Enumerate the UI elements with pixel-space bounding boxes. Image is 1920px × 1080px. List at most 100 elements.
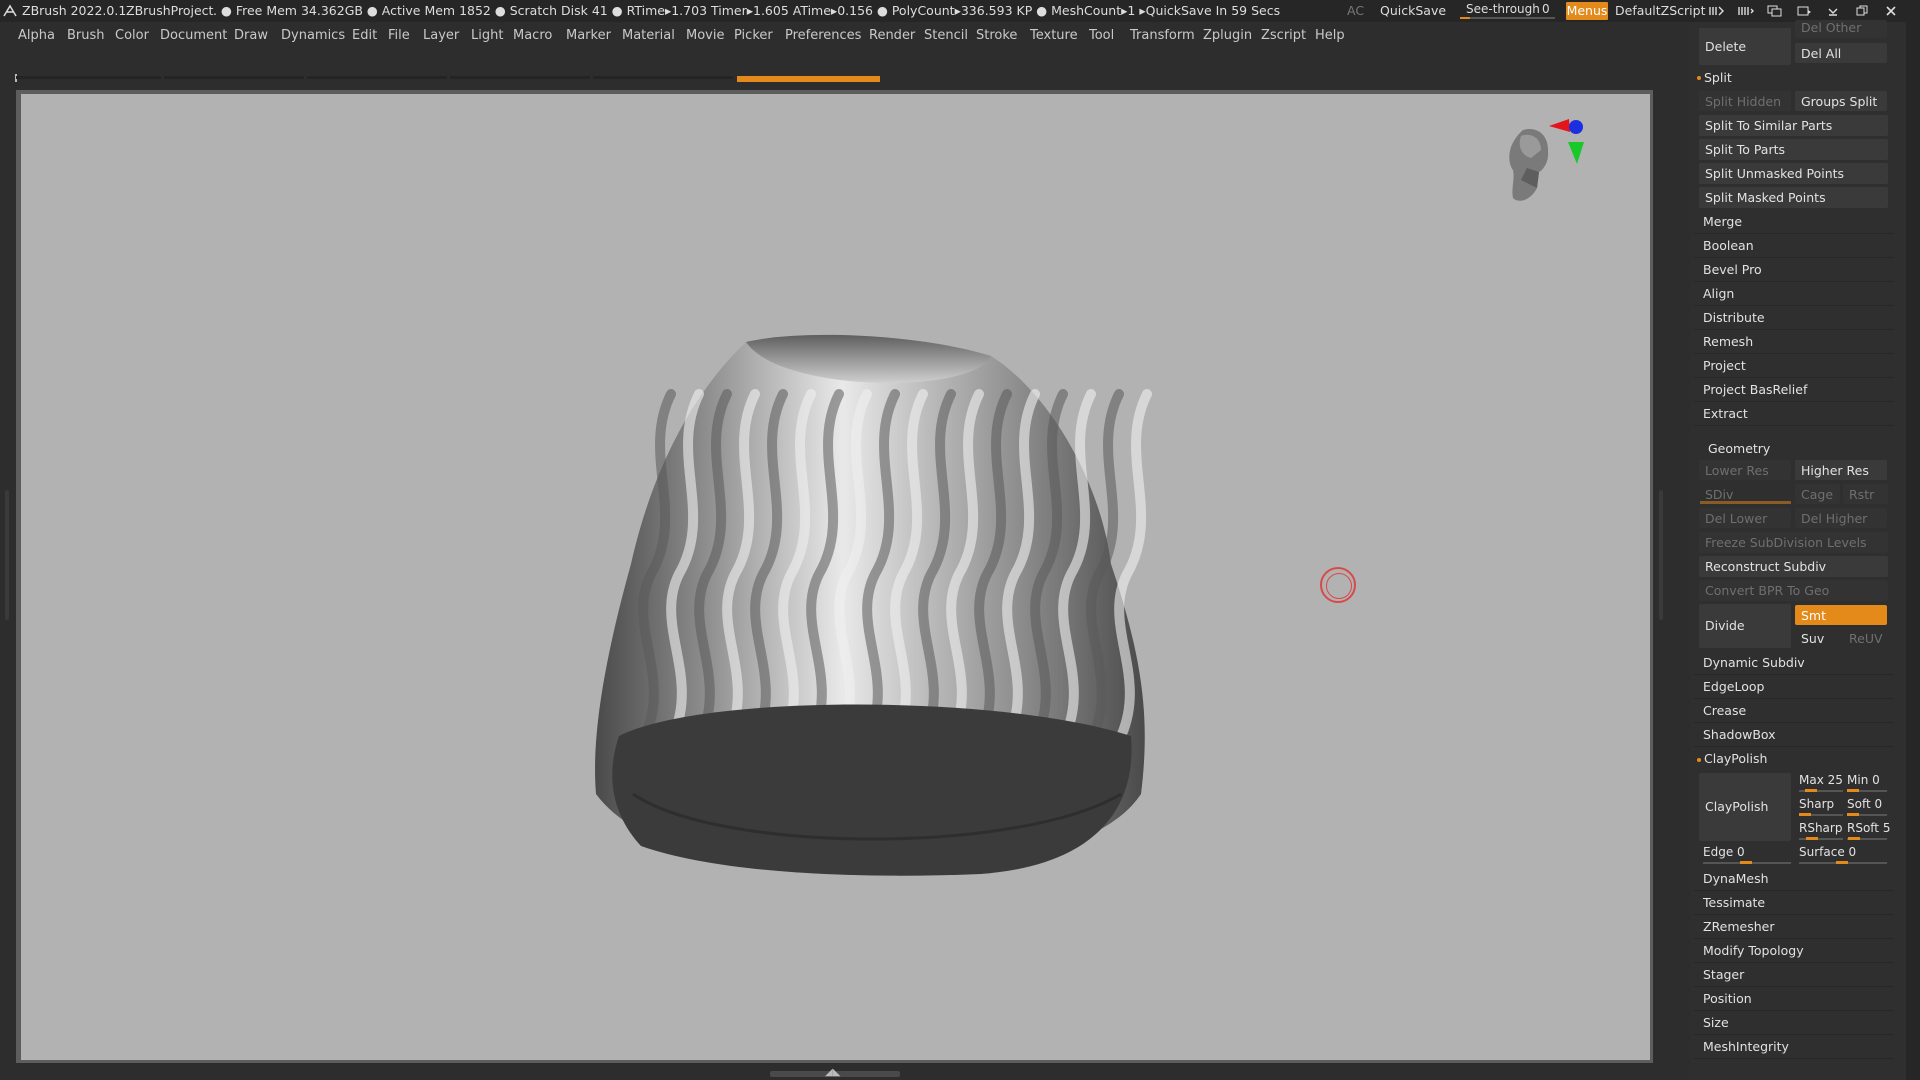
menu-preferences[interactable]: Preferences — [785, 22, 861, 50]
del-all-button[interactable]: Del All — [1795, 43, 1887, 63]
subtool-merge[interactable]: Merge — [1703, 211, 1742, 233]
menu-tool[interactable]: Tool — [1089, 22, 1114, 50]
menu-help[interactable]: Help — [1315, 22, 1345, 50]
geometry-tessimate[interactable]: Tessimate — [1703, 892, 1765, 914]
menus-toggle-button[interactable]: Menus — [1566, 2, 1608, 20]
menu-texture[interactable]: Texture — [1030, 22, 1078, 50]
sharp-slider[interactable]: Sharp — [1799, 796, 1834, 812]
convert-bpr-button[interactable]: Convert BPR To Geo — [1699, 580, 1888, 601]
menu-layer[interactable]: Layer — [423, 22, 459, 50]
delete-button[interactable]: Delete — [1699, 28, 1791, 65]
split-split-unmasked-points[interactable]: Split Unmasked Points — [1699, 163, 1888, 184]
panel-scrollbar[interactable] — [1906, 22, 1920, 1080]
subtool-extract[interactable]: Extract — [1703, 403, 1748, 425]
lower-res-button[interactable]: Lower Res — [1699, 460, 1791, 480]
see-through-slider[interactable]: See-through 0 — [1460, 2, 1555, 19]
del-lower-button[interactable]: Del Lower — [1699, 508, 1791, 528]
x-axis-arrow-icon[interactable] — [1549, 119, 1570, 132]
settings-icon[interactable] — [1789, 0, 1818, 22]
y-axis-arrow-icon[interactable] — [1568, 142, 1584, 164]
edge-slider[interactable]: Edge 0 — [1703, 844, 1745, 860]
smt-toggle[interactable]: Smt — [1795, 605, 1887, 625]
right-tray-handle[interactable] — [1659, 490, 1663, 620]
canvas-viewport[interactable] — [21, 94, 1650, 1060]
menu-zplugin[interactable]: Zplugin — [1203, 22, 1252, 50]
min-slider[interactable]: Min 0 — [1847, 772, 1880, 788]
head-navigator-gizmo[interactable] — [1491, 108, 1611, 218]
max-slider[interactable]: Max 25 — [1799, 772, 1843, 788]
menu-draw[interactable]: Draw — [234, 22, 268, 50]
subtool-project[interactable]: Project — [1703, 355, 1746, 377]
menu-light[interactable]: Light — [471, 22, 503, 50]
brush-icon[interactable] — [1731, 0, 1760, 22]
soft-slider[interactable]: Soft 0 — [1847, 796, 1882, 812]
expand-arrows-icon[interactable]: ◢◣ — [825, 1067, 840, 1079]
menu-movie[interactable]: Movie — [686, 22, 724, 50]
split-split-to-similar-parts[interactable]: Split To Similar Parts — [1699, 115, 1888, 136]
geometry-dynamic-subdiv[interactable]: Dynamic Subdiv — [1703, 652, 1805, 674]
menu-stencil[interactable]: Stencil — [924, 22, 968, 50]
subtool-distribute[interactable]: Distribute — [1703, 307, 1765, 329]
left-tray-handle[interactable] — [5, 490, 9, 620]
geometry-header[interactable]: Geometry — [1694, 438, 1894, 458]
geometry-position[interactable]: Position — [1703, 988, 1752, 1010]
geometry-size[interactable]: Size — [1703, 1012, 1729, 1034]
menu-document[interactable]: Document — [160, 22, 227, 50]
geometry-zremesher[interactable]: ZRemesher — [1703, 916, 1775, 938]
higher-res-button[interactable]: Higher Res — [1795, 460, 1887, 480]
menu-picker[interactable]: Picker — [734, 22, 773, 50]
cage-button[interactable]: Cage — [1795, 484, 1840, 504]
z-axis-dot-icon[interactable] — [1569, 120, 1583, 134]
suv-toggle[interactable]: Suv — [1795, 628, 1840, 648]
del-other-button[interactable]: Del Other — [1795, 20, 1887, 38]
close-icon[interactable] — [1876, 0, 1905, 22]
menu-macro[interactable]: Macro — [513, 22, 552, 50]
split-section-title[interactable]: Split — [1704, 67, 1732, 89]
project-name[interactable]: ZBrushProject — [126, 0, 213, 22]
menu-render[interactable]: Render — [869, 22, 915, 50]
subtool-remesh[interactable]: Remesh — [1703, 331, 1753, 353]
quicksave-button[interactable]: QuickSave — [1380, 0, 1446, 22]
menu-brush[interactable]: Brush — [67, 22, 105, 50]
menu-dynamics[interactable]: Dynamics — [281, 22, 345, 50]
menu-edit[interactable]: Edit — [352, 22, 377, 50]
split-split-to-parts[interactable]: Split To Parts — [1699, 139, 1888, 160]
menu-material[interactable]: Material — [622, 22, 675, 50]
menu-file[interactable]: File — [388, 22, 410, 50]
geometry-modify-topology[interactable]: Modify Topology — [1703, 940, 1804, 962]
rstr-button[interactable]: Rstr — [1843, 484, 1888, 504]
claypolish-section-title[interactable]: ClayPolish — [1704, 748, 1767, 770]
minimize-icon[interactable] — [1818, 0, 1847, 22]
groups-split-button[interactable]: Groups Split — [1795, 91, 1887, 111]
twisted-ribbed-vase-mesh[interactable] — [21, 94, 1650, 1060]
palette-icon[interactable] — [1702, 0, 1731, 22]
default-zscript-button[interactable]: DefaultZScript — [1615, 0, 1706, 22]
menu-color[interactable]: Color — [115, 22, 149, 50]
subtool-align[interactable]: Align — [1703, 283, 1734, 305]
subtool-bevel-pro[interactable]: Bevel Pro — [1703, 259, 1762, 281]
claypolish-button[interactable]: ClayPolish — [1699, 773, 1791, 841]
geometry-stager[interactable]: Stager — [1703, 964, 1744, 986]
menu-alpha[interactable]: Alpha — [18, 22, 55, 50]
subtool-boolean[interactable]: Boolean — [1703, 235, 1754, 257]
geometry-edgeloop[interactable]: EdgeLoop — [1703, 676, 1764, 698]
reconstruct-subdiv-button[interactable]: Reconstruct Subdiv — [1699, 556, 1888, 577]
reuv-toggle[interactable]: ReUV — [1843, 628, 1888, 648]
subtool-project-basrelief[interactable]: Project BasRelief — [1703, 379, 1807, 401]
surface-slider[interactable]: Surface 0 — [1799, 844, 1856, 860]
divide-button[interactable]: Divide — [1699, 604, 1791, 648]
layout-icon[interactable] — [1760, 0, 1789, 22]
restore-icon[interactable] — [1847, 0, 1876, 22]
rsoft-slider[interactable]: RSoft 5 — [1847, 820, 1890, 836]
freeze-subdivision-button[interactable]: Freeze SubDivision Levels — [1699, 532, 1888, 553]
split-split-masked-points[interactable]: Split Masked Points — [1699, 187, 1888, 208]
geometry-dynamesh[interactable]: DynaMesh — [1703, 868, 1769, 890]
geometry-crease[interactable]: Crease — [1703, 700, 1746, 722]
geometry-shadowbox[interactable]: ShadowBox — [1703, 724, 1776, 746]
rsharp-slider[interactable]: RSharp — [1799, 820, 1842, 836]
menu-transform[interactable]: Transform — [1130, 22, 1195, 50]
menu-stroke[interactable]: Stroke — [976, 22, 1017, 50]
menu-marker[interactable]: Marker — [566, 22, 611, 50]
del-higher-button[interactable]: Del Higher — [1795, 508, 1887, 528]
split-hidden-button[interactable]: Split Hidden — [1699, 91, 1791, 111]
